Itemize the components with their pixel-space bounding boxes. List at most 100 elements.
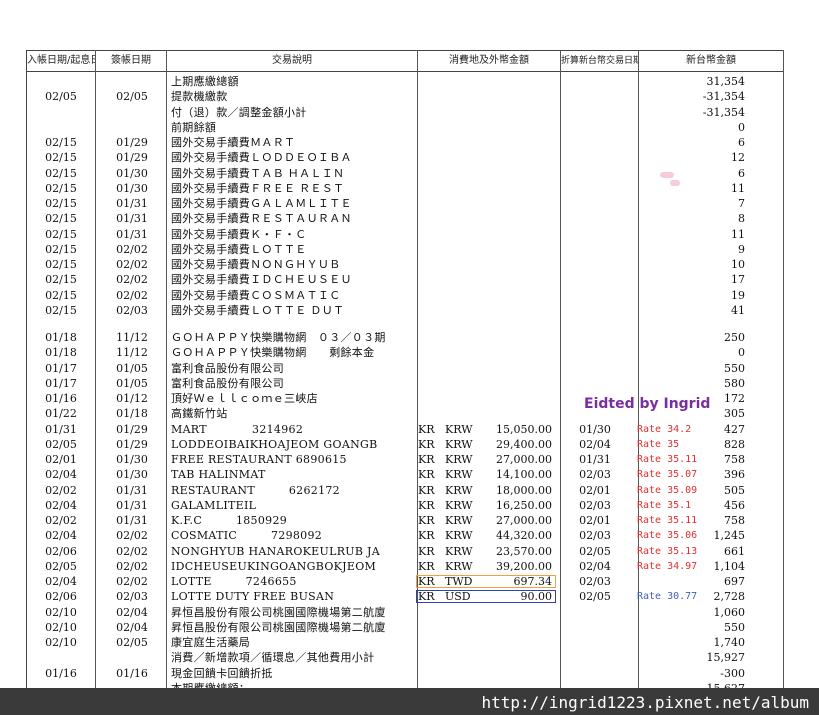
- conversion-date-cell: [563, 303, 627, 318]
- bill-date-cell: [98, 120, 166, 135]
- statement-table: 入帳日期/起息日 簽帳日期 交易說明 消費地及外幣金額 折算新台幣交易日期 新台…: [26, 50, 784, 715]
- description-cell: 昇恒昌股份有限公司桃園國際機場第二航廈: [171, 605, 386, 619]
- currency-cell: [445, 330, 479, 345]
- post-date-cell: 02/15: [45, 181, 77, 195]
- post-date-cell: 02/01: [45, 453, 77, 466]
- twd-amount-cell: 1,060: [713, 605, 746, 619]
- currency-cell: [445, 666, 479, 681]
- currency-cell: KRW: [445, 498, 473, 512]
- foreign-amount-cell: [479, 242, 552, 257]
- description-cell: 國外交易手續費ＮＯＮＧＨＹＵＢ: [171, 258, 341, 271]
- twd-amount-cell: 758: [724, 514, 745, 527]
- conversion-date-cell: 02/05: [579, 590, 611, 604]
- post-date-cell: 02/04: [45, 498, 77, 512]
- country-cell: [418, 650, 440, 665]
- post-date-cell: 02/04: [45, 575, 77, 588]
- description-cell: 國外交易手續費ＬＯＤＤＥＯＩＢＡ: [171, 151, 352, 165]
- foreign-amount-cell: [479, 105, 552, 120]
- bill-date-cell: 01/29: [116, 422, 148, 436]
- country-cell: KR: [418, 437, 435, 451]
- bill-date-cell: 02/04: [116, 620, 148, 634]
- conversion-date-cell: [563, 135, 627, 150]
- country-cell: [418, 257, 440, 272]
- post-date-cell: 02/15: [45, 212, 77, 226]
- description-cell: 頂好Ｗｅｌｌｃｏｍｅ三峽店: [171, 392, 318, 405]
- country-cell: [418, 376, 440, 391]
- country-cell: KR: [418, 468, 435, 482]
- foreign-amount-cell: [479, 288, 552, 303]
- table-header: 入帳日期/起息日 簽帳日期 交易說明 消費地及外幣金額 折算新台幣交易日期 新台…: [27, 50, 783, 72]
- post-date-cell: 02/10: [45, 605, 77, 619]
- currency-cell: [445, 227, 479, 242]
- table-row: 02/04 01/31 GALAMLITEIL KR KRW 16,250.00 02/03…: [27, 498, 783, 513]
- twd-amount-cell: 15,927: [706, 651, 746, 665]
- currency-cell: TWD: [445, 575, 473, 588]
- currency-cell: [445, 361, 479, 376]
- conversion-date-cell: [563, 345, 627, 360]
- twd-amount-cell: 41: [731, 303, 745, 317]
- table-row: 02/02 01/31 K.F.C 1850929 KR KRW 27,000.00 02/…: [27, 513, 783, 528]
- foreign-amount-cell: [479, 650, 552, 665]
- footer-bar: http://ingrid1223.pixnet.net/album: [0, 688, 819, 715]
- conversion-date-cell: [563, 150, 627, 165]
- country-cell: [418, 345, 440, 360]
- foreign-amount-cell: [479, 303, 552, 318]
- twd-amount-cell: 1,740: [713, 636, 746, 649]
- bill-date-cell: 01/16: [116, 666, 148, 680]
- currency-cell: KRW: [445, 514, 473, 527]
- conversion-date-cell: [563, 181, 627, 196]
- conversion-date-cell: [563, 166, 627, 181]
- description-cell: 富利食品股份有限公司: [171, 376, 284, 390]
- twd-amount-cell: 11: [731, 227, 745, 241]
- post-date-cell: 01/22: [45, 407, 77, 421]
- post-date-cell: 02/06: [45, 544, 77, 558]
- foreign-amount-cell: [479, 666, 552, 681]
- conversion-date-cell: 02/03: [579, 529, 611, 543]
- description-cell: ＧＯＨＡＰＰＹ快樂購物網 剩餘本金: [171, 346, 375, 360]
- foreign-amount-cell: [479, 406, 552, 421]
- foreign-amount-cell: 18,000.00: [496, 483, 552, 497]
- foreign-amount-cell: [479, 166, 552, 181]
- conversion-date-cell: 02/03: [579, 575, 611, 588]
- conversion-date-cell: 02/04: [579, 437, 611, 451]
- description-cell: 提款機繳款: [171, 90, 228, 104]
- twd-amount-cell: 9: [738, 242, 745, 256]
- bill-date-cell: 01/31: [116, 212, 148, 226]
- conversion-date-cell: 01/30: [579, 422, 611, 436]
- country-cell: KR: [418, 498, 435, 512]
- post-date-cell: 02/15: [45, 151, 77, 165]
- currency-cell: KRW: [445, 544, 473, 558]
- table-row: 02/05 02/05 提款機繳款 -31,354: [27, 89, 783, 104]
- country-cell: [418, 391, 440, 406]
- table-row: 02/15 01/31 國外交易手續費ＲＥＳＴＡＵＲＡＮ 8: [27, 211, 783, 226]
- foreign-amount-cell: 15,050.00: [496, 422, 552, 436]
- conversion-date-cell: [563, 227, 627, 242]
- description-cell: 現金回饋卡回饋折抵: [171, 666, 273, 680]
- post-date-cell: [27, 120, 95, 135]
- twd-amount-cell: -31,354: [702, 90, 745, 104]
- twd-amount-cell: 661: [724, 544, 745, 558]
- table-row: 02/15 02/02 國外交易手續費ＮＯＮＧＨＹＵＢ 10: [27, 257, 783, 272]
- post-date-cell: 02/15: [45, 166, 77, 180]
- foreign-amount-cell: 39,200.00: [496, 559, 552, 573]
- table-row: 01/16 01/16 現金回饋卡回饋折抵 -300: [27, 666, 783, 681]
- bill-date-cell: 01/18: [116, 407, 148, 421]
- foreign-amount-cell: 23,570.00: [496, 544, 552, 558]
- description-cell: 國外交易手續費ＦＲＥＥ ＲＥＳＴ: [171, 181, 345, 195]
- foreign-amount-cell: 697.34: [513, 575, 553, 588]
- description-cell: GALAMLITEIL: [171, 498, 257, 512]
- description-cell: 國外交易手續費ＩＤＣＨＥＵＳＥＵ: [171, 273, 352, 287]
- description-cell: 國外交易手續費ＣＯＳＭＡＴＩＣ: [171, 288, 341, 302]
- currency-cell: [445, 635, 479, 650]
- post-date-cell: 02/05: [45, 90, 77, 104]
- description-cell: 國外交易手續費ＴＡＢ ＨＡＬＩＮ: [171, 166, 345, 180]
- twd-amount-cell: 505: [724, 483, 745, 497]
- description-cell: 付（退）款／調整金額小計: [171, 105, 307, 119]
- bill-date-cell: 02/05: [116, 90, 148, 104]
- table-row: 02/15 01/31 國外交易手續費Ｋ・Ｆ・Ｃ 11: [27, 227, 783, 242]
- twd-amount-cell: 0: [738, 346, 745, 360]
- currency-cell: [445, 135, 479, 150]
- twd-amount-cell: 19: [731, 288, 745, 302]
- description-cell: ＧＯＨＡＰＰＹ快樂購物網 ０３／０３期: [171, 331, 386, 344]
- table-row: 02/04 02/02 COSMATIC 7298092 KR KRW 44,320.00…: [27, 528, 783, 543]
